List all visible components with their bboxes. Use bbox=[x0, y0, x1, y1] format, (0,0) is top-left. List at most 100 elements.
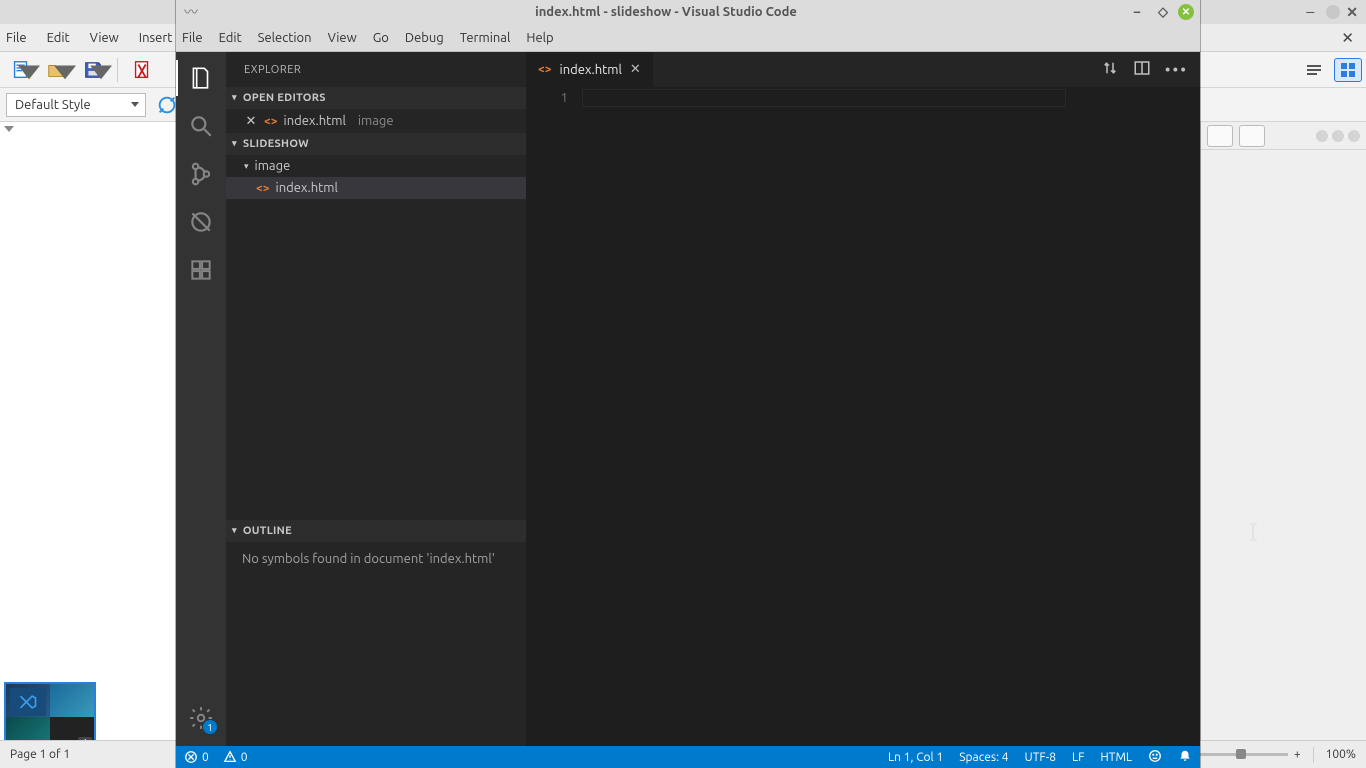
oe-filename: index.html bbox=[284, 114, 346, 128]
menu-debug[interactable]: Debug bbox=[405, 31, 444, 45]
open-icon[interactable] bbox=[42, 56, 72, 84]
explorer-title: EXPLORER bbox=[226, 52, 526, 87]
style-dropdown[interactable]: Default Style bbox=[6, 93, 146, 117]
bg-close-icon[interactable]: ✕ bbox=[1346, 4, 1358, 21]
tree-file-index[interactable]: <> index.html bbox=[226, 177, 526, 199]
chevron-down-icon: ▾ bbox=[232, 92, 237, 103]
warnings-count: 0 bbox=[241, 751, 248, 764]
gear-badge: 1 bbox=[203, 720, 217, 734]
chevron-down-icon bbox=[131, 102, 139, 107]
outline-header[interactable]: ▾ OUTLINE bbox=[226, 520, 526, 542]
vscode-statusbar: 0 0 Ln 1, Col 1 Spaces: 4 UTF-8 LF HTML bbox=[176, 746, 1200, 768]
line-gutter: 1 bbox=[526, 87, 582, 746]
bg-menu-insert[interactable]: Insert bbox=[139, 31, 173, 45]
menu-view[interactable]: View bbox=[328, 31, 357, 45]
libreoffice-side-panel bbox=[1200, 122, 1366, 740]
menu-help[interactable]: Help bbox=[526, 31, 553, 45]
more-actions-icon[interactable]: ••• bbox=[1165, 61, 1188, 79]
menu-edit[interactable]: Edit bbox=[219, 31, 242, 45]
export-pdf-icon[interactable] bbox=[127, 56, 157, 84]
html-file-icon: <> bbox=[264, 115, 278, 128]
zoom-value[interactable]: 100% bbox=[1326, 748, 1356, 761]
save-icon[interactable] bbox=[78, 56, 108, 84]
bg-menu-file[interactable]: File bbox=[6, 31, 27, 45]
bg-maximize-icon[interactable] bbox=[1326, 5, 1340, 19]
debug-icon[interactable] bbox=[187, 208, 215, 236]
menu-selection[interactable]: Selection bbox=[258, 31, 312, 45]
settings-gear-icon[interactable]: 1 bbox=[187, 704, 215, 732]
status-eol[interactable]: LF bbox=[1072, 751, 1084, 764]
ruler-mark-icon bbox=[4, 126, 14, 132]
zoom-slider[interactable]: − + 100% bbox=[1175, 747, 1356, 763]
menu-file[interactable]: File bbox=[182, 31, 203, 45]
close-icon[interactable]: ✕ bbox=[244, 114, 258, 129]
open-editor-item[interactable]: ✕ <> index.html image bbox=[226, 109, 526, 133]
code-editor[interactable] bbox=[582, 87, 1126, 746]
tab-bar: <> index.html ✕ ••• bbox=[526, 52, 1200, 87]
extensions-icon[interactable] bbox=[187, 256, 215, 284]
window-title: index.html - slideshow - Visual Studio C… bbox=[206, 5, 1126, 19]
status-errors[interactable]: 0 bbox=[184, 750, 209, 764]
new-doc-icon[interactable] bbox=[6, 56, 36, 84]
style-dropdown-value: Default Style bbox=[15, 98, 91, 112]
tree-folder-image[interactable]: ▾ image bbox=[226, 155, 526, 177]
folder-name: image bbox=[255, 159, 291, 173]
line-number-1: 1 bbox=[526, 91, 568, 105]
chevron-down-icon: ▾ bbox=[232, 138, 237, 149]
vscode-menubar: File Edit Selection View Go Debug Termin… bbox=[176, 24, 1200, 52]
sidebar-explorer: EXPLORER ▾ OPEN EDITORS ✕ <> index.html … bbox=[226, 52, 526, 746]
workspace-header[interactable]: ▾ SLIDESHOW bbox=[226, 133, 526, 155]
html-file-icon: <> bbox=[538, 63, 552, 76]
tab-label: index.html bbox=[560, 63, 622, 77]
oe-folder: image bbox=[358, 114, 394, 128]
app-menu-icon[interactable]: 〰 bbox=[184, 2, 198, 22]
source-control-icon[interactable] bbox=[187, 160, 215, 188]
sidebar-tab-gallery-icon[interactable] bbox=[1334, 58, 1362, 82]
maximize-button[interactable]: ◇ bbox=[1152, 3, 1174, 21]
search-icon[interactable] bbox=[187, 112, 215, 140]
editor-area: <> index.html ✕ ••• 1 bbox=[526, 52, 1200, 746]
vscode-thumb-icon bbox=[10, 688, 46, 716]
split-editor-icon[interactable] bbox=[1133, 59, 1151, 80]
minimize-button[interactable]: – bbox=[1126, 3, 1148, 21]
sidebar-tab-properties-icon[interactable] bbox=[1300, 58, 1328, 82]
minimap[interactable] bbox=[1126, 87, 1186, 746]
page-indicator: Page 1 of 1 bbox=[10, 748, 70, 761]
side-menu-icon[interactable] bbox=[1239, 125, 1265, 147]
status-cursor[interactable]: Ln 1, Col 1 bbox=[888, 751, 943, 764]
open-editors-header[interactable]: ▾ OPEN EDITORS bbox=[226, 87, 526, 109]
close-button[interactable]: ✕ bbox=[1178, 4, 1194, 20]
status-warnings[interactable]: 0 bbox=[223, 750, 248, 764]
menu-terminal[interactable]: Terminal bbox=[460, 31, 511, 45]
current-line-highlight bbox=[582, 89, 1066, 107]
file-name: index.html bbox=[276, 181, 338, 195]
feedback-icon[interactable] bbox=[1148, 749, 1162, 766]
bg-menu-edit[interactable]: Edit bbox=[47, 31, 70, 45]
vscode-window: 〰 index.html - slideshow - Visual Studio… bbox=[176, 0, 1200, 768]
bg-menu-view[interactable]: View bbox=[90, 31, 119, 45]
workspace-label: SLIDESHOW bbox=[243, 138, 309, 150]
bg-doc-close-icon[interactable]: ✕ bbox=[1341, 29, 1354, 47]
compare-changes-icon[interactable] bbox=[1101, 59, 1119, 80]
text-cursor-icon bbox=[1246, 523, 1260, 541]
menu-go[interactable]: Go bbox=[373, 31, 389, 45]
chevron-down-icon: ▾ bbox=[244, 161, 249, 172]
outline-message: No symbols found in document 'index.html… bbox=[226, 542, 526, 576]
errors-count: 0 bbox=[202, 751, 209, 764]
status-language[interactable]: HTML bbox=[1100, 751, 1132, 764]
vscode-titlebar: 〰 index.html - slideshow - Visual Studio… bbox=[176, 0, 1200, 24]
chevron-down-icon: ▾ bbox=[232, 525, 237, 536]
side-list-icon[interactable] bbox=[1207, 125, 1233, 147]
outline-label: OUTLINE bbox=[243, 525, 292, 537]
explorer-icon[interactable] bbox=[187, 64, 215, 92]
notifications-icon[interactable] bbox=[1178, 749, 1192, 766]
scrollbar-vertical[interactable] bbox=[1186, 87, 1200, 746]
close-icon[interactable]: ✕ bbox=[630, 62, 641, 77]
status-indent[interactable]: Spaces: 4 bbox=[959, 751, 1008, 764]
zoom-in-icon[interactable]: + bbox=[1294, 748, 1301, 761]
html-file-icon: <> bbox=[256, 182, 270, 195]
activity-bar: 1 bbox=[176, 52, 226, 746]
bg-minimize-icon[interactable]: – bbox=[1306, 3, 1314, 21]
tab-index-html[interactable]: <> index.html ✕ bbox=[526, 52, 654, 87]
status-encoding[interactable]: UTF-8 bbox=[1025, 751, 1056, 764]
